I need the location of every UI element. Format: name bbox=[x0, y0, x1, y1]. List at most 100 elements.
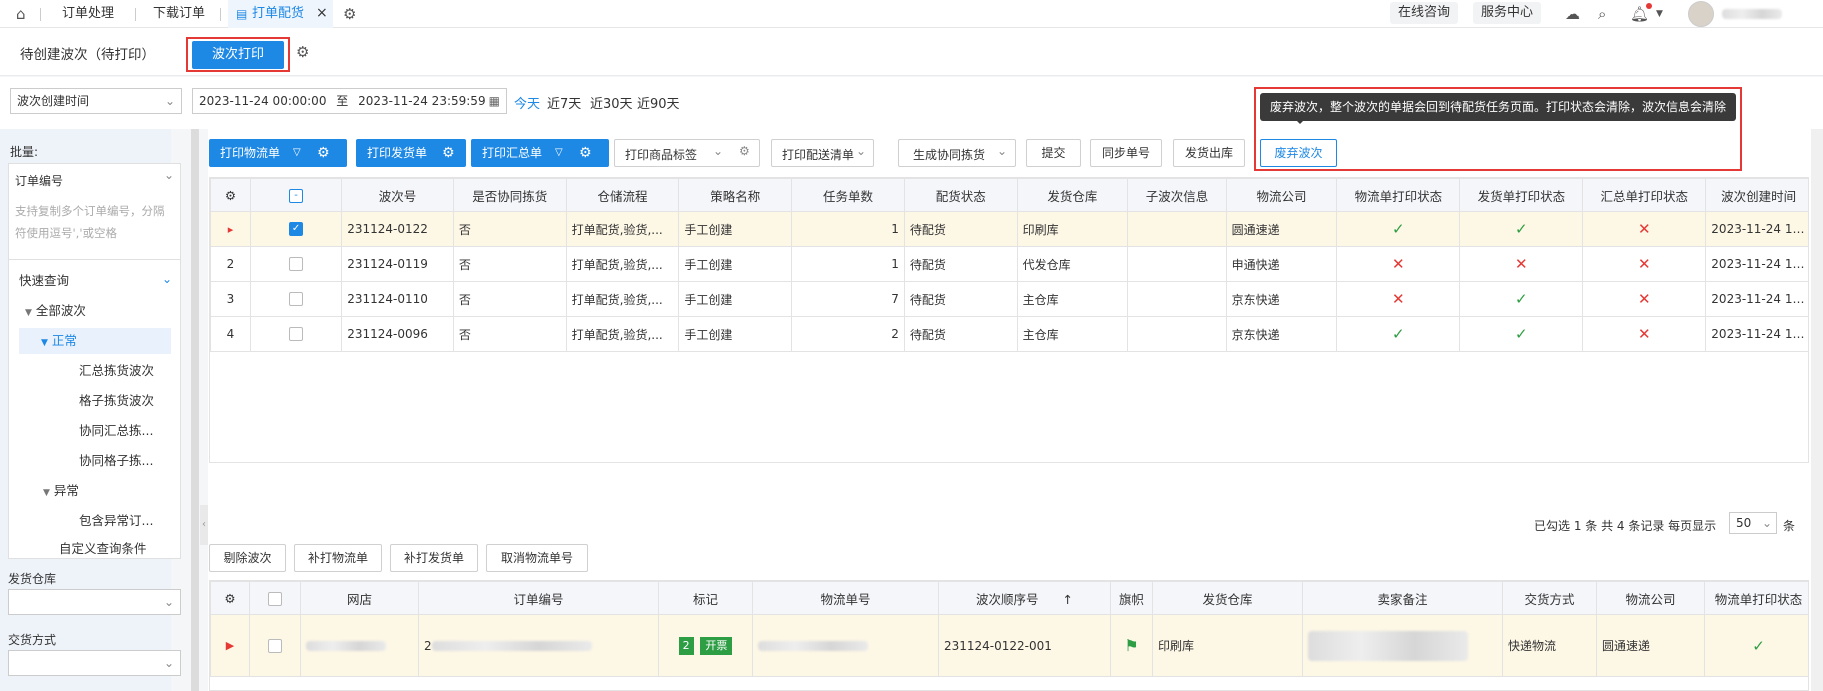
page-header: 待创建波次（待打印） 波次打印 ⚙ bbox=[0, 28, 1823, 76]
batch-field-select[interactable]: 订单编号 bbox=[15, 172, 63, 189]
col-header[interactable]: 卖家备注 bbox=[1302, 581, 1503, 615]
col-header[interactable]: 波次创建时间 bbox=[1705, 178, 1808, 212]
print-delivery-list-button[interactable]: 打印配送清单 bbox=[782, 146, 854, 163]
print-logistics-button[interactable]: 打印物流单 bbox=[209, 140, 291, 166]
column-settings-icon[interactable]: ⚙ bbox=[210, 581, 250, 615]
tree-item-contains-abnormal[interactable]: 包含异常订... bbox=[79, 508, 153, 534]
avatar[interactable] bbox=[1688, 1, 1714, 27]
chevron-down-icon[interactable]: ⌄ bbox=[713, 144, 723, 158]
col-header[interactable]: 仓储流程 bbox=[565, 178, 680, 212]
caret-down-icon: ▼ bbox=[25, 308, 32, 318]
col-header[interactable]: 标记 bbox=[658, 581, 753, 615]
flag-icon[interactable]: ⚑ bbox=[1110, 614, 1153, 677]
col-header[interactable]: 发货仓库 bbox=[1016, 178, 1129, 212]
col-header[interactable]: 物流单号 bbox=[752, 581, 939, 615]
remove-wave-button[interactable]: 剔除波次 bbox=[209, 544, 286, 572]
ship-out-button[interactable]: 发货出库 bbox=[1173, 139, 1245, 167]
time-field-select[interactable]: 波次创建时间 ⌄ bbox=[10, 88, 182, 114]
print-product-label-button[interactable]: 打印商品标签 bbox=[625, 146, 697, 163]
quick-90days-link[interactable]: 近90天 bbox=[637, 93, 680, 112]
col-header[interactable]: 物流单打印状态 bbox=[1704, 581, 1808, 615]
col-header[interactable]: 交货方式 bbox=[1502, 581, 1597, 615]
collapse-handle[interactable]: ‹ bbox=[200, 505, 208, 545]
settings-gear-icon[interactable]: ⚙ bbox=[442, 139, 455, 167]
wave-print-button[interactable]: 波次打印 bbox=[192, 41, 284, 69]
quick-7days-link[interactable]: 近7天 bbox=[547, 93, 581, 112]
col-header[interactable]: 是否协同拣货 bbox=[452, 178, 567, 212]
col-header[interactable]: 订单编号 bbox=[418, 581, 659, 615]
delivery-method-select[interactable]: ⌄ bbox=[8, 650, 181, 676]
date-range-picker[interactable]: 2023-11-24 00:00:00 至 2023-11-24 23:59:5… bbox=[192, 88, 507, 114]
sort-arrow-icon[interactable]: ↑ bbox=[1063, 592, 1073, 607]
col-header[interactable]: 配货状态 bbox=[903, 178, 1018, 212]
online-consult-button[interactable]: 在线咨询 bbox=[1390, 2, 1459, 24]
chevron-down-icon[interactable]: ⌄ bbox=[856, 144, 866, 158]
reprint-logistics-button[interactable]: 补打物流单 bbox=[294, 544, 382, 572]
settings-gear-icon[interactable]: ⚙ bbox=[343, 0, 356, 28]
tree-item-abnormal[interactable]: ▼ 异常 bbox=[43, 478, 79, 504]
col-header[interactable]: 任务单数 bbox=[791, 178, 905, 212]
service-center-button[interactable]: 服务中心 bbox=[1473, 2, 1542, 24]
settings-gear-icon[interactable]: ⚙ bbox=[296, 38, 309, 66]
reprint-invoice-button[interactable]: 补打发货单 bbox=[390, 544, 478, 572]
col-header[interactable]: 策略名称 bbox=[678, 178, 793, 212]
chevron-down-icon[interactable]: ▽ bbox=[555, 139, 563, 167]
left-panel-scrollbar[interactable] bbox=[191, 129, 199, 691]
col-header[interactable]: 发货单打印状态 bbox=[1459, 178, 1584, 212]
row-checkbox[interactable] bbox=[249, 316, 343, 352]
column-settings-icon[interactable]: ⚙ bbox=[210, 178, 251, 212]
tree-item-grid-pick[interactable]: 格子拣货波次 bbox=[79, 388, 154, 414]
caret-down-icon[interactable]: ▼ bbox=[1656, 0, 1663, 28]
col-header-sortable[interactable]: 波次顺序号 ↑ bbox=[938, 581, 1111, 615]
table-row[interactable]: 4 231124-0096 否打单配货,验货,... 手工创建 2 待配货 主仓库 京东快递 ✓… bbox=[210, 316, 1808, 352]
row-checkbox[interactable]: ✓ bbox=[249, 211, 343, 247]
col-header[interactable]: 物流公司 bbox=[1225, 178, 1338, 212]
col-header[interactable]: 旗帜 bbox=[1110, 581, 1153, 615]
settings-gear-icon[interactable]: ⚙ bbox=[317, 139, 330, 167]
quick-30days-link[interactable]: 近30天 bbox=[590, 93, 633, 112]
select-all-checkbox[interactable] bbox=[249, 581, 301, 615]
settings-gear-icon[interactable]: ⚙ bbox=[579, 139, 592, 167]
select-all-checkbox[interactable]: - bbox=[249, 178, 343, 212]
col-header[interactable]: 波次号 bbox=[341, 178, 454, 212]
row-checkbox[interactable] bbox=[249, 281, 343, 317]
cloud-download-icon[interactable]: ☁ bbox=[1565, 0, 1580, 28]
table-row[interactable]: ▶ 2 2 开票 231124-0122-001 ⚑ 印刷库 快递物流 圆通速递 bbox=[210, 614, 1808, 677]
quick-today-link[interactable]: 今天 bbox=[514, 93, 540, 112]
custom-query-link[interactable]: 自定义查询条件 bbox=[59, 536, 147, 562]
col-header[interactable]: 子波次信息 bbox=[1127, 178, 1227, 212]
col-header[interactable]: 发货仓库 bbox=[1152, 581, 1303, 615]
print-summary-button[interactable]: 打印汇总单 bbox=[471, 140, 553, 166]
row-checkbox[interactable] bbox=[249, 614, 301, 677]
tab-print-distribute[interactable]: ▤ 打单配货 × bbox=[228, 0, 333, 28]
search-icon[interactable]: ⌕ bbox=[1598, 0, 1606, 28]
close-icon[interactable]: × bbox=[316, 5, 328, 21]
print-invoice-button[interactable]: 打印发货单 bbox=[356, 140, 438, 166]
warehouse-select[interactable]: ⌄ bbox=[8, 589, 181, 615]
col-header[interactable]: 物流公司 bbox=[1596, 581, 1705, 615]
tree-item-normal[interactable]: ▼ 正常 bbox=[19, 328, 171, 354]
chevron-down-icon[interactable]: ▽ bbox=[293, 139, 301, 167]
home-icon[interactable]: ⌂ bbox=[16, 0, 26, 28]
table-row[interactable]: 2 231124-0119 否打单配货,验货,... 手工创建 1 待配货 代发仓库 申通快递… bbox=[210, 246, 1808, 282]
tree-item-all-waves[interactable]: ▼ 全部波次 bbox=[25, 298, 86, 324]
tree-item-summary-pick[interactable]: 汇总拣货波次 bbox=[79, 358, 154, 384]
col-header[interactable]: 网店 bbox=[300, 581, 419, 615]
submit-button[interactable]: 提交 bbox=[1026, 139, 1081, 167]
main-scrollbar[interactable] bbox=[1811, 129, 1823, 691]
col-header[interactable]: 物流单打印状态 bbox=[1336, 178, 1461, 212]
table-row[interactable]: 3 231124-0110 否打单配货,验货,... 手工创建 7 待配货 主仓库 京东快递 ✕… bbox=[210, 281, 1808, 317]
cancel-logistics-button[interactable]: 取消物流单号 bbox=[486, 544, 588, 572]
settings-gear-icon[interactable]: ⚙ bbox=[739, 144, 750, 158]
tree-item-coop-summary[interactable]: 协同汇总拣... bbox=[79, 418, 153, 444]
chevron-down-icon[interactable]: ⌄ bbox=[162, 272, 172, 286]
row-checkbox[interactable] bbox=[249, 246, 343, 282]
gen-coop-pick-group[interactable]: 生成协同拣货 ⌄ bbox=[898, 139, 1016, 167]
sync-number-button[interactable]: 同步单号 bbox=[1090, 139, 1162, 167]
tree-item-coop-grid[interactable]: 协同格子拣... bbox=[79, 448, 153, 474]
tab-order-processing[interactable]: 订单处理 bbox=[62, 0, 114, 28]
col-header[interactable]: 汇总单打印状态 bbox=[1582, 178, 1707, 212]
table-row[interactable]: ▸ ✓ 231124-0122 否打单配货,验货,... 手工创建 1 待配货 印刷库 圆通速递… bbox=[210, 211, 1808, 247]
page-size-select[interactable]: 50 ⌄ bbox=[1729, 512, 1777, 534]
tab-download-orders[interactable]: 下载订单 bbox=[153, 0, 205, 28]
